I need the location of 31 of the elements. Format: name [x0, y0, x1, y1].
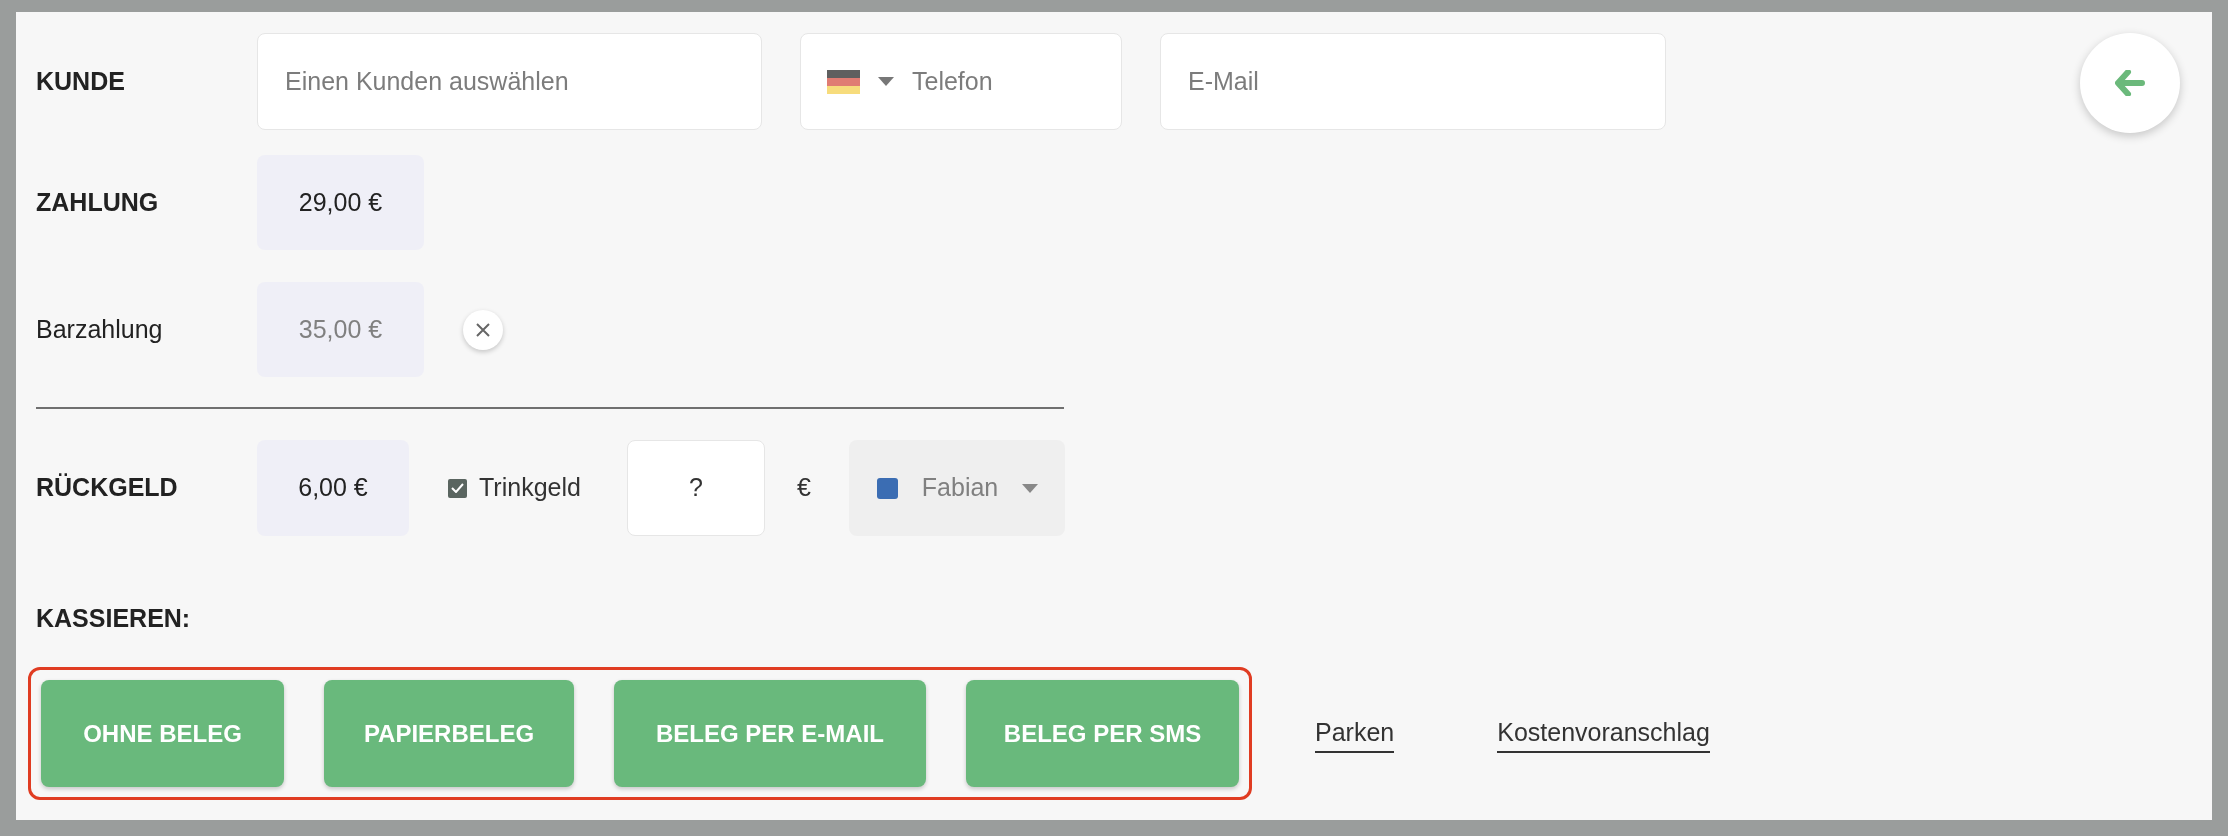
- caret-down-icon: [1022, 483, 1039, 493]
- customer-field[interactable]: Einen Kunden auswählen: [257, 33, 762, 130]
- tip-field[interactable]: ?: [626, 440, 765, 536]
- close-icon: [476, 322, 490, 337]
- check-icon: [451, 483, 464, 493]
- row-label: Barzahlung: [36, 314, 163, 343]
- amount-field: 29,00 €: [257, 155, 424, 250]
- row-label: ZAHLUNG: [36, 187, 159, 216]
- phone-field[interactable]: Telefon: [800, 33, 1122, 130]
- remove-button[interactable]: [463, 309, 503, 350]
- email-field[interactable]: E-Mail: [1160, 33, 1666, 130]
- estimate-link[interactable]: Kostenvoranschlag: [1497, 713, 1710, 754]
- receipt-button[interactable]: BELEG PER SMS: [966, 680, 1239, 787]
- phone-number-input[interactable]: Telefon: [912, 62, 1102, 101]
- section-label: KASSIEREN:: [36, 603, 191, 635]
- receipt-button[interactable]: PAPIERBELEG: [324, 680, 574, 787]
- staff-select[interactable]: Fabian: [848, 440, 1065, 536]
- row-label: RÜCKGELD: [36, 473, 178, 502]
- park-link[interactable]: Parken: [1315, 713, 1395, 754]
- back-button[interactable]: [2080, 33, 2180, 133]
- caret-down-icon: [878, 77, 894, 86]
- receipt-button[interactable]: OHNE BELEG: [41, 680, 284, 787]
- row-label: KUNDE: [36, 66, 125, 95]
- change-amount-field: 6,00 €: [257, 440, 409, 536]
- tip-label: Trinkgeld: [479, 472, 581, 504]
- receipt-button[interactable]: BELEG PER E-MAIL: [614, 680, 926, 787]
- arrow-left-icon: [2115, 70, 2145, 96]
- cash-amount-field[interactable]: 35,00 €: [257, 282, 424, 377]
- currency-label: €: [796, 472, 811, 504]
- tip-checkbox[interactable]: [448, 478, 467, 498]
- german-flag-icon: [827, 69, 860, 94]
